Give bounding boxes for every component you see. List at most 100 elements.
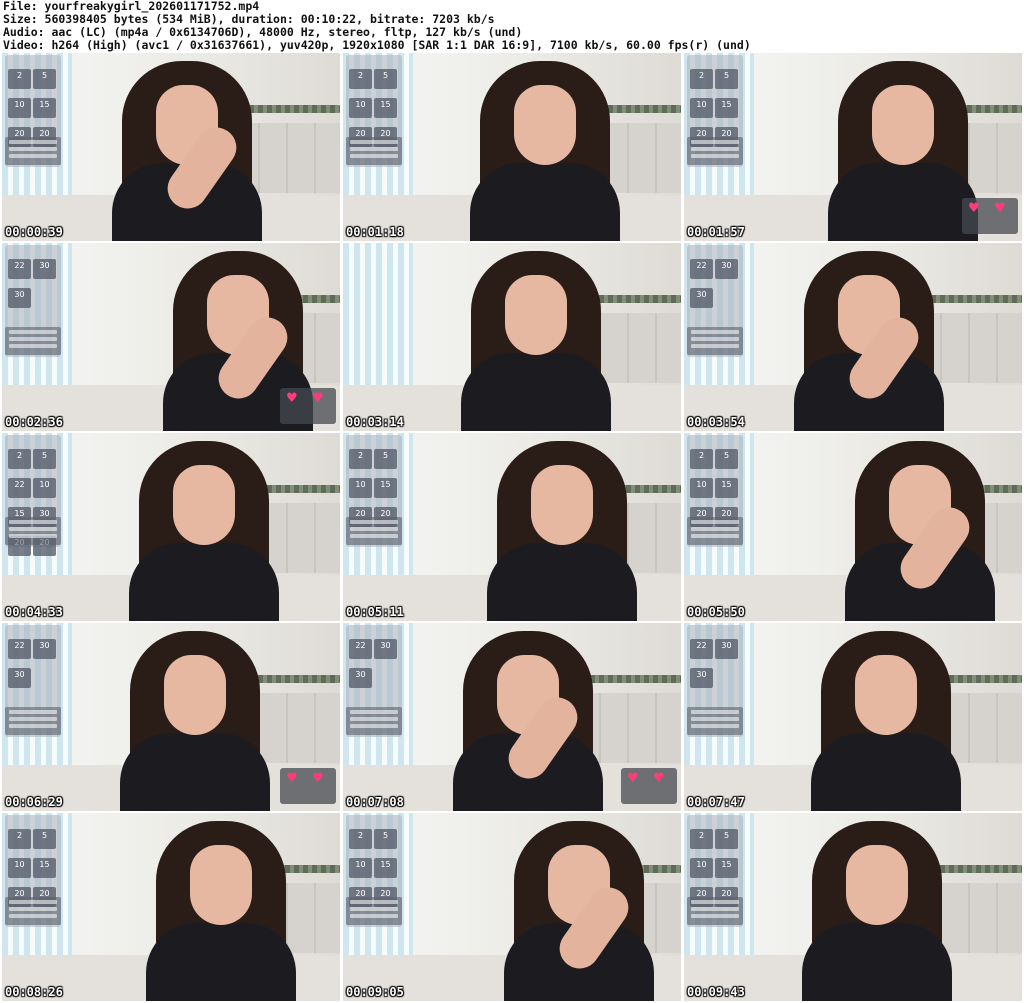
video-thumbnail: 2 510 1520 20 ♥ ♥ 00:01:57 bbox=[684, 53, 1022, 241]
video-thumbnail: 2 510 1520 20 00:01:18 bbox=[343, 53, 681, 241]
tip-tile-value: 2 bbox=[357, 71, 364, 80]
tip-tile: 5 bbox=[374, 829, 397, 849]
tip-tile-value: 30 bbox=[696, 670, 707, 679]
tip-tile-value: 30 bbox=[39, 261, 50, 270]
heart-icon: ♥ bbox=[286, 391, 298, 406]
tip-tile-value: 2 bbox=[698, 71, 705, 80]
tip-tile: 22 bbox=[8, 259, 31, 279]
shirt bbox=[129, 543, 279, 621]
tip-tile: 2 bbox=[349, 449, 372, 469]
tip-tile: 30 bbox=[690, 288, 713, 308]
video-thumbnail: 2 510 1520 20 00:05:50 bbox=[684, 433, 1022, 621]
tipper-list bbox=[346, 517, 402, 545]
video-thumbnail: 00:03:14 bbox=[343, 243, 681, 431]
tip-tile-value: 5 bbox=[723, 71, 730, 80]
shirt bbox=[811, 733, 961, 811]
video-thumbnail: 22 3030 ♥ ♥ 00:06:29 bbox=[2, 623, 340, 811]
tip-tile: 2 bbox=[8, 449, 31, 469]
timestamp: 00:09:05 bbox=[346, 985, 404, 999]
tip-tile: 2 bbox=[690, 449, 713, 469]
tip-tile-value: 10 bbox=[355, 480, 366, 489]
tip-tile-value: 30 bbox=[696, 290, 707, 299]
tipper-list bbox=[5, 327, 61, 355]
tip-tile-value: 2 bbox=[16, 831, 23, 840]
file-info-header: File: yourfreakygirl_202601171752.mp4 Si… bbox=[3, 0, 1021, 52]
tip-tile: 2 bbox=[690, 69, 713, 89]
shirt bbox=[828, 163, 978, 241]
tip-tile-value: 10 bbox=[14, 860, 25, 869]
tip-tile-value: 10 bbox=[696, 480, 707, 489]
tip-tile: 22 bbox=[690, 639, 713, 659]
tipper-list bbox=[5, 897, 61, 925]
tipper-list bbox=[687, 517, 743, 545]
tip-tile-value: 30 bbox=[721, 641, 732, 650]
tip-tiles: 22 30 30 bbox=[689, 253, 741, 311]
tip-tile: 2 bbox=[349, 69, 372, 89]
video-thumbnail: 2 510 1520 20 00:09:43 bbox=[684, 813, 1022, 1001]
tip-tile: 15 bbox=[715, 858, 738, 878]
reward-panel: ♥ ♥ bbox=[280, 768, 336, 804]
shirt bbox=[487, 543, 637, 621]
tipper-list bbox=[346, 707, 402, 735]
video-thumbnail: 2 510 1520 20 00:08:26 bbox=[2, 813, 340, 1001]
tip-tiles: 22 30 30 bbox=[689, 633, 741, 691]
reward-panel: ♥ ♥ bbox=[621, 768, 677, 804]
tip-tile-value: 30 bbox=[380, 641, 391, 650]
reward-panel: ♥ ♥ bbox=[962, 198, 1018, 234]
timestamp: 00:05:11 bbox=[346, 605, 404, 619]
shirt bbox=[146, 923, 296, 1001]
tip-tile-value: 15 bbox=[380, 100, 391, 109]
tip-tile: 10 bbox=[8, 858, 31, 878]
tipper-list bbox=[687, 707, 743, 735]
tip-tile-value: 22 bbox=[14, 641, 25, 650]
tipper-list bbox=[346, 897, 402, 925]
timestamp: 00:03:14 bbox=[346, 415, 404, 429]
timestamp: 00:07:47 bbox=[687, 795, 745, 809]
tip-tiles: 22 30 30 bbox=[348, 633, 400, 691]
tip-tile: 10 bbox=[8, 98, 31, 118]
reward-panel: ♥ ♥ bbox=[280, 388, 336, 424]
video-thumbnail: 22 30 30 00:03:54 bbox=[684, 243, 1022, 431]
timestamp: 00:02:36 bbox=[5, 415, 63, 429]
timestamp: 00:04:33 bbox=[5, 605, 63, 619]
tip-tile: 5 bbox=[715, 829, 738, 849]
tip-tile: 30 bbox=[8, 668, 31, 688]
tip-tile-value: 30 bbox=[14, 290, 25, 299]
tip-tile: 15 bbox=[374, 478, 397, 498]
tip-tile-value: 22 bbox=[696, 641, 707, 650]
tip-tile-value: 30 bbox=[721, 261, 732, 270]
video-thumbnail: 2522101530202000:04:33 bbox=[2, 433, 340, 621]
face bbox=[531, 465, 593, 545]
heart-icon: ♥ bbox=[627, 771, 639, 786]
face bbox=[855, 655, 917, 735]
timestamp: 00:01:57 bbox=[687, 225, 745, 239]
timestamp: 00:08:26 bbox=[5, 985, 63, 999]
tip-tiles: 22 30 30 bbox=[7, 633, 59, 691]
tip-tile-value: 5 bbox=[382, 451, 389, 460]
timestamp: 00:01:18 bbox=[346, 225, 404, 239]
video-thumbnail: 22 3030 ♥ ♥ 00:07:08 bbox=[343, 623, 681, 811]
tip-tile-value: 5 bbox=[41, 451, 48, 460]
tipper-list bbox=[687, 327, 743, 355]
tip-tile: 30 bbox=[715, 259, 738, 279]
shirt bbox=[802, 923, 952, 1001]
tip-tile: 15 bbox=[33, 858, 56, 878]
tip-tile: 30 bbox=[349, 668, 372, 688]
shirt bbox=[470, 163, 620, 241]
face bbox=[514, 85, 576, 165]
tip-tile-value: 15 bbox=[721, 860, 732, 869]
face bbox=[505, 275, 567, 355]
face bbox=[846, 845, 908, 925]
tip-tile-value: 22 bbox=[14, 261, 25, 270]
tip-tile: 30 bbox=[715, 639, 738, 659]
tip-tile: 10 bbox=[33, 478, 56, 498]
tip-tile-value: 22 bbox=[14, 480, 25, 489]
tip-tile: 22 bbox=[8, 478, 31, 498]
kiss-icon: ♥ bbox=[312, 771, 324, 786]
tip-tile: 15 bbox=[715, 98, 738, 118]
tip-tile-value: 2 bbox=[16, 71, 23, 80]
timestamp: 00:07:08 bbox=[346, 795, 404, 809]
tip-tile: 10 bbox=[349, 478, 372, 498]
tip-tile-value: 15 bbox=[380, 860, 391, 869]
tip-tile: 10 bbox=[349, 98, 372, 118]
